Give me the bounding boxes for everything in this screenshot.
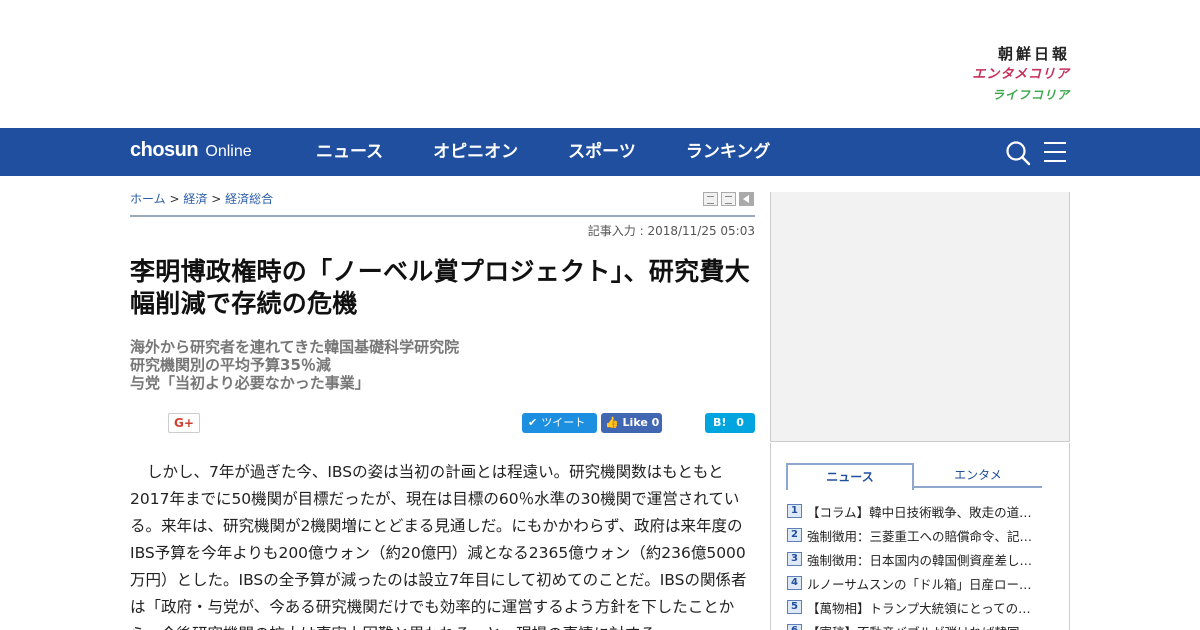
hatena-label: B!: [713, 416, 727, 429]
brand-logos: 朝鮮日報 エンタメコリア ライフコリア: [930, 44, 1070, 104]
breadcrumb-sep: >: [169, 192, 180, 206]
list-item[interactable]: 3 強制徴用：日本国内の韓国側資産差し…: [787, 547, 1047, 571]
ranking-list: 1 【コラム】韓中日技術戦争、敗走の道… 2 強制徴用：三菱重工への賠償命令、記…: [787, 499, 1047, 630]
life-korea-logo[interactable]: ライフコリア: [930, 86, 1070, 104]
email-icon[interactable]: [721, 192, 736, 206]
breadcrumb: ホーム > 経済 > 経済総合: [130, 190, 273, 207]
chosun-online-logo[interactable]: chosun Online: [130, 139, 252, 162]
main-nav: chosun Online ニュース オピニオン スポーツ ランキング: [0, 128, 1200, 176]
nav-items: ニュース オピニオン スポーツ ランキング: [316, 128, 820, 176]
list-item[interactable]: 5 【萬物相】トランプ大統領にとっての…: [787, 595, 1047, 619]
rank-number: 4: [787, 576, 802, 590]
ranking-box: ニュース エンタメ 1 【コラム】韓中日技術戦争、敗走の道… 2 強制徴用：三菱…: [770, 443, 1070, 630]
nav-item-ranking[interactable]: ランキング: [686, 128, 771, 176]
breadcrumb-home[interactable]: ホーム: [130, 192, 166, 206]
list-item[interactable]: 1 【コラム】韓中日技術戦争、敗走の道…: [787, 499, 1047, 523]
logo-bold-text: chosun: [130, 139, 199, 161]
breadcrumb-economy-general[interactable]: 経済総合: [225, 192, 273, 206]
ranking-tabs: ニュース エンタメ: [786, 463, 1042, 490]
search-icon[interactable]: [1005, 140, 1031, 166]
rank-title: 【寄稿】不動産バブルが弾ければ韓国…: [807, 622, 1032, 630]
nav-item-news[interactable]: ニュース: [316, 128, 383, 176]
logo-light-text: Online: [205, 143, 252, 160]
rank-number: 5: [787, 600, 802, 614]
article-body: しかし、7年が過ぎた今、IBSの姿は当初の計画とは程遠い。研究機関数はもともと2…: [130, 463, 747, 630]
back-icon[interactable]: [739, 192, 754, 206]
breadcrumb-economy[interactable]: 経済: [183, 192, 207, 206]
article-timestamp: 記事入力 : 2018/11/25 05:03: [587, 224, 755, 238]
print-icon[interactable]: [703, 192, 718, 206]
rank-title: 強制徴用：三菱重工への賠償命令、記…: [807, 528, 1033, 544]
subhead-line: 海外から研究者を連れてきた韓国基礎科学研究院: [130, 338, 460, 356]
rank-title: 【萬物相】トランプ大統領にとっての…: [807, 600, 1031, 616]
twitter-bird-icon: ✔: [528, 416, 538, 429]
tweet-button[interactable]: ✔ ツイート: [522, 413, 597, 433]
hamburger-menu-icon[interactable]: [1043, 141, 1067, 163]
rank-number: 6: [787, 624, 802, 630]
chosun-nippo-logo[interactable]: 朝鮮日報: [930, 44, 1070, 64]
list-item[interactable]: 2 強制徴用：三菱重工への賠償命令、記…: [787, 523, 1047, 547]
google-plus-button[interactable]: G+: [168, 413, 200, 433]
entame-korea-logo[interactable]: エンタメコリア: [930, 64, 1070, 86]
rank-number: 1: [787, 504, 802, 518]
nav-item-opinion[interactable]: オピニオン: [433, 128, 518, 176]
rank-number: 3: [787, 552, 802, 566]
rank-title: ルノーサムスンの「ドル箱」日産ロー…: [807, 576, 1032, 592]
share-buttons: G+ ✔ ツイート 👍 Like 0 B! 0: [130, 413, 755, 433]
rank-number: 2: [787, 528, 802, 542]
header-divider: [130, 215, 755, 217]
breadcrumb-sep: >: [211, 192, 222, 206]
tab-news[interactable]: ニュース: [786, 463, 914, 490]
facebook-like-button[interactable]: 👍 Like 0: [601, 413, 662, 433]
fb-like-label: Like: [622, 416, 648, 429]
article-tools: [703, 192, 754, 206]
list-item[interactable]: 6 【寄稿】不動産バブルが弾ければ韓国…: [787, 619, 1047, 630]
article-headline: 李明博政権時の「ノーベル賞プロジェクト」、研究費大幅削減で存続の危機: [130, 257, 751, 318]
rank-title: 【コラム】韓中日技術戦争、敗走の道…: [807, 504, 1032, 520]
subhead-line: 研究機関別の平均予算35％減: [130, 356, 331, 374]
hatena-bookmark-button[interactable]: B! 0: [705, 413, 755, 433]
nav-item-sports[interactable]: スポーツ: [568, 128, 636, 176]
subhead-line: 与党「当初より必要なかった事業」: [130, 374, 370, 392]
fb-like-count: 0: [651, 416, 660, 429]
tweet-label: ツイート: [541, 416, 586, 429]
list-item[interactable]: 4 ルノーサムスンの「ドル箱」日産ロー…: [787, 571, 1047, 595]
tab-entame[interactable]: エンタメ: [914, 463, 1042, 488]
hatena-count: 0: [736, 416, 744, 429]
article-subheads: 海外から研究者を連れてきた韓国基礎科学研究院 研究機関別の平均予算35％減 与党…: [130, 338, 755, 392]
thumbs-up-icon: 👍: [605, 416, 619, 429]
sidebar-ad-slot: [770, 192, 1070, 442]
rank-title: 強制徴用：日本国内の韓国側資産差し…: [807, 552, 1033, 568]
top-header: 朝鮮日報 エンタメコリア ライフコリア: [0, 0, 1200, 128]
